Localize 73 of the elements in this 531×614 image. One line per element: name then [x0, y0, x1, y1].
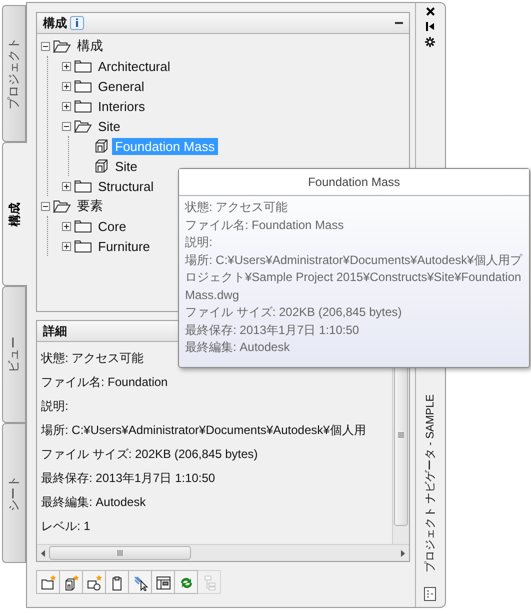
expand-icon[interactable] [62, 82, 71, 90]
tooltip-line: ファイル名: Foundation Mass [185, 216, 345, 234]
side-tab[interactable]: シート [2, 423, 26, 563]
tree-item[interactable]: Core [95, 218, 130, 234]
side-tab[interactable]: 構成 [2, 142, 27, 286]
new-element-icon [62, 574, 80, 590]
tree-item[interactable]: Site [95, 118, 124, 134]
detail-line: レベル: 1 [41, 518, 90, 535]
detail-line: ファイル サイズ: 202KB (206,845 bytes) [41, 446, 258, 463]
tree-item[interactable]: Site [112, 158, 140, 174]
toolbar-button[interactable] [59, 570, 83, 594]
folder-icon [74, 99, 92, 113]
tree-item[interactable]: General [95, 78, 148, 94]
tooltip-line: 最終保存: 2013年1月7日 1:10:50 [185, 322, 360, 338]
settings-icon[interactable] [425, 37, 436, 47]
toolbar-button[interactable] [82, 570, 106, 594]
close-icon[interactable] [426, 7, 435, 16]
detail-line: 最終編集: Autodesk [41, 494, 146, 511]
palette-title: プロジェクト ナビゲータ - SAMPLE [423, 394, 438, 572]
expand-icon[interactable] [62, 222, 71, 230]
expand-icon[interactable] [62, 62, 71, 70]
detail-line: 説明: [41, 398, 68, 415]
toolbar-button[interactable] [151, 570, 175, 594]
tooltip-line: 場所: C:¥Users¥Administrator¥Documents¥Autodesk¥個人用プロジェクト¥Sample Project 2015¥Constructs¥Site¥Foundation Mass.dwg [185, 252, 523, 304]
tooltip-line: 状態: アクセス可能 [185, 199, 289, 216]
open-folder-icon [53, 39, 71, 53]
tree-item[interactable]: Furniture [95, 238, 154, 254]
collapse-icon[interactable] [41, 202, 50, 210]
detail-line: 状態: アクセス可能 [41, 350, 144, 367]
panel-title: 構成 [43, 14, 67, 32]
scroll-left-icon[interactable] [41, 550, 45, 556]
new-folder-icon [40, 574, 56, 590]
detail-line: ファイル名: Foundation [41, 374, 168, 391]
folder-icon [74, 179, 92, 193]
expand-icon[interactable] [62, 182, 71, 190]
detail-line: 場所: C:¥Users¥Administrator¥Documents¥Autodesk¥個人用 [41, 422, 366, 439]
info-icon[interactable] [70, 16, 84, 30]
cube-icon [95, 159, 109, 173]
folder-icon [74, 79, 92, 93]
pin-icon[interactable] [426, 22, 435, 31]
folder-icon [74, 59, 92, 73]
open-folder-icon [74, 119, 92, 133]
side-tab[interactable]: ビュー [2, 286, 26, 423]
tree-item[interactable]: 要素 [74, 196, 106, 216]
folder-icon [74, 239, 92, 253]
scrollbar[interactable] [37, 544, 409, 561]
folder-icon [74, 219, 92, 233]
tree-item[interactable]: Architectural [95, 58, 174, 74]
collapse-icon[interactable] [41, 42, 50, 50]
tooltip-title: Foundation Mass [179, 169, 529, 196]
side-tab[interactable]: プロジェクト [2, 5, 26, 142]
tooltip-line: 最終編集: Autodesk [185, 339, 291, 356]
expand-icon[interactable] [62, 242, 71, 250]
open-folder-icon [53, 199, 71, 213]
tree-item[interactable]: 構成 [74, 36, 106, 56]
panel-title: 詳細 [43, 322, 67, 340]
cube-icon [95, 139, 109, 153]
tree-item[interactable]: Interiors [95, 98, 148, 114]
toolbar-button[interactable] [128, 570, 152, 594]
select-icon [132, 574, 148, 590]
grip-icon[interactable] [398, 432, 404, 438]
table-icon [154, 574, 172, 590]
tooltip-line: ファイル サイズ: 202KB (206,845 bytes) [185, 304, 403, 321]
scroll-right-icon[interactable] [400, 550, 405, 556]
properties-icon[interactable] [424, 587, 436, 601]
expand-icon[interactable] [62, 102, 71, 110]
toolbar-button[interactable] [105, 570, 129, 594]
collapse-icon[interactable] [62, 122, 71, 130]
detail-line: 最終保存: 2013年1月7日 1:10:50 [41, 470, 216, 487]
tooltip-line: 説明: [185, 234, 214, 251]
grip-icon[interactable] [117, 550, 123, 556]
tree-item[interactable]: Structural [95, 178, 157, 194]
toolbar-button[interactable] [36, 570, 60, 594]
